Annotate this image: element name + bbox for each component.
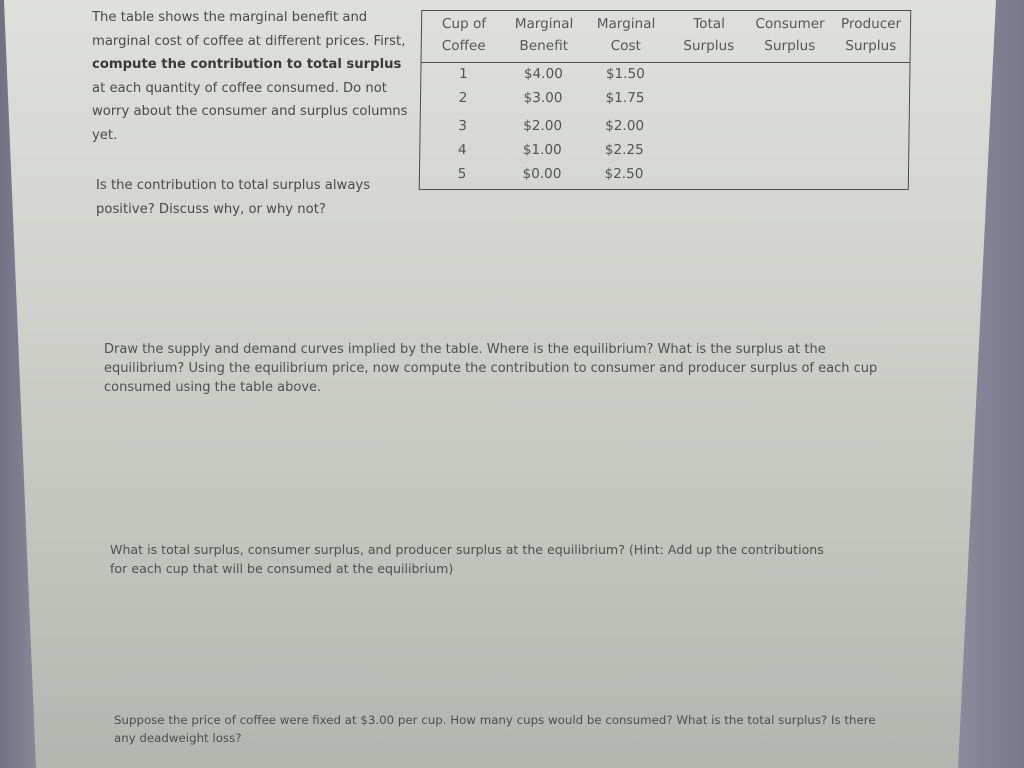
cell-marginal-cost: $1.75 — [605, 90, 645, 106]
cell-cup: 3 — [458, 118, 468, 134]
intro-text-bold: compute the contribution to total surplu… — [92, 57, 402, 72]
intro-text-end: at each quantity of coffee consumed. Do … — [92, 80, 408, 143]
question-positive-surplus: Is the contribution to total surplus alw… — [96, 178, 371, 217]
cell-marginal-benefit: $0.00 — [522, 166, 562, 182]
cell-cup: 5 — [457, 166, 467, 182]
intro-text-start: The table shows the marginal benefit and… — [92, 10, 406, 49]
table-row: 4 $1.00 $2.25 — [420, 139, 908, 163]
table-row: 5 $0.00 $2.50 — [420, 163, 908, 187]
cell-marginal-cost: $2.50 — [604, 166, 644, 182]
cell-marginal-benefit: $4.00 — [523, 66, 563, 82]
header-total-surplus: Total Surplus — [683, 16, 735, 54]
cell-marginal-benefit: $3.00 — [523, 90, 563, 106]
question-equilibrium-totals: What is total surplus, consumer surplus,… — [110, 542, 824, 576]
cell-marginal-cost: $2.25 — [604, 142, 644, 158]
table-header: Cup of Coffee Marginal Benefit Marginal Cos… — [421, 11, 911, 63]
header-marginal-cost: Marginal Cost — [596, 16, 656, 54]
cell-cup: 1 — [458, 66, 468, 82]
header-consumer-surplus: Consumer Surplus — [755, 16, 825, 54]
header-marginal-benefit: Marginal Benefit — [514, 16, 574, 54]
cell-marginal-benefit: $2.00 — [523, 118, 563, 134]
table-row: 2 $3.00 $1.75 — [421, 87, 909, 111]
cell-cup: 2 — [458, 90, 468, 106]
header-cup: Cup of Coffee — [441, 16, 487, 54]
cell-marginal-cost: $1.50 — [605, 66, 645, 82]
table-row: 3 $2.00 $2.00 — [420, 115, 908, 139]
cell-cup: 4 — [457, 142, 467, 158]
intro-paragraph: The table shows the marginal benefit and… — [92, 6, 412, 147]
surplus-table: Cup of Coffee Marginal Benefit Marginal Cos… — [418, 10, 912, 190]
cell-marginal-benefit: $1.00 — [522, 142, 562, 158]
header-producer-surplus: Producer Surplus — [840, 16, 902, 54]
question-draw-curves: Draw the supply and demand curves implie… — [104, 342, 878, 395]
question-price-fixed: Suppose the price of coffee were fixed a… — [114, 713, 876, 745]
cell-marginal-cost: $2.00 — [605, 118, 645, 134]
table-row: 1 $4.00 $1.50 — [421, 63, 909, 87]
